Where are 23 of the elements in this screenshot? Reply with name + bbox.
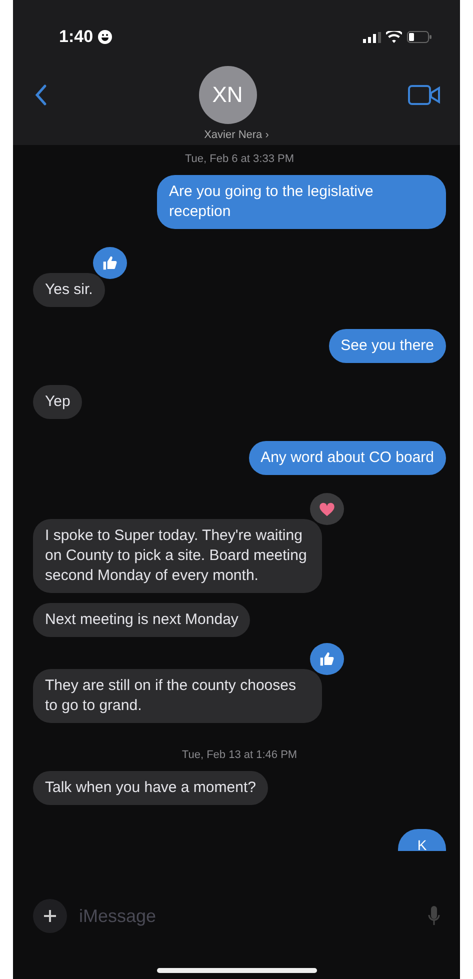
- sent-message: Any word about CO board: [248, 441, 446, 475]
- signal-icon: [363, 32, 381, 42]
- received-message: Yep: [33, 385, 82, 419]
- contact-name[interactable]: Xavier Nera ›: [204, 129, 269, 141]
- back-icon[interactable]: [35, 84, 47, 106]
- thumbs-up-icon: [319, 651, 335, 667]
- sent-message: See you there: [328, 329, 446, 363]
- sent-message: Are you going to the legislative reception: [157, 175, 446, 229]
- sent-message: K: [398, 829, 446, 851]
- timestamp: Tue, Feb 6 at 3:33 PM: [184, 153, 294, 165]
- add-button[interactable]: [33, 899, 67, 933]
- video-call-icon[interactable]: [408, 85, 440, 105]
- received-message: Next meeting is next Monday: [33, 603, 250, 637]
- wifi-icon: [386, 31, 402, 43]
- message-field[interactable]: iMessage: [77, 904, 418, 928]
- battery-icon: [407, 31, 432, 43]
- received-message: Talk when you have a moment?: [33, 771, 268, 805]
- heart-icon: [319, 502, 335, 516]
- smiley-icon: [98, 30, 112, 44]
- thumbs-up-icon: [102, 255, 118, 271]
- timestamp: Tue, Feb 13 at 1:46 PM: [182, 749, 298, 761]
- status-time: 1:40: [59, 27, 94, 47]
- plus-icon: [43, 909, 57, 923]
